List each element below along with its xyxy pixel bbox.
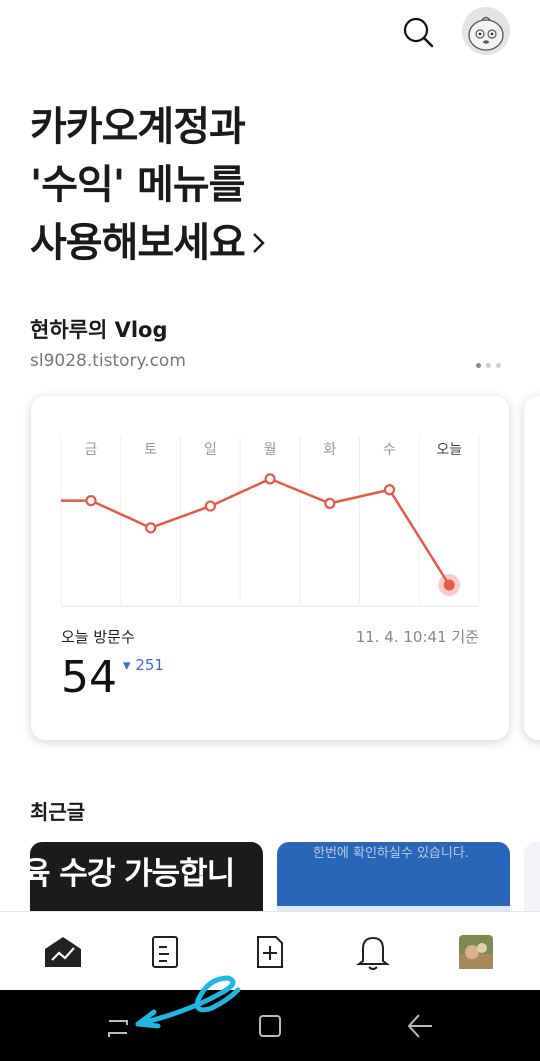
- visit-count: 54: [61, 652, 117, 703]
- annotation-arrow-icon: [135, 975, 241, 1029]
- post-thumbnail-1[interactable]: 육 수강 가능합니: [30, 842, 263, 912]
- bell-icon[interactable]: [353, 932, 393, 972]
- recent-title: 최근글: [30, 800, 86, 824]
- chevron-right-icon: [251, 216, 267, 274]
- hero-link[interactable]: 카카오계정과 '수익' 메뉴를 사용해보세요: [30, 98, 267, 274]
- data-point: [264, 473, 276, 485]
- data-point: [324, 497, 336, 509]
- blog-name[interactable]: 현하루의 Vlog: [30, 314, 168, 344]
- next-card-peek[interactable]: [524, 396, 540, 740]
- tab-bar: [0, 911, 540, 990]
- system-nav-bar: [0, 990, 540, 1061]
- stats-icon[interactable]: [43, 932, 83, 972]
- x-tick-label: 월: [264, 442, 277, 458]
- stats-card[interactable]: 금 토 일 월 화 수 오늘 오늘 방문수 11. 4. 10:41 기준 54 ▾ 251: [31, 396, 509, 740]
- visit-delta: ▾ 251: [123, 656, 164, 674]
- x-tick-label: 오늘: [436, 442, 462, 458]
- data-point: [145, 522, 157, 534]
- visit-chart: 금 토 일 월 화 수 오늘: [60, 436, 480, 607]
- x-tick-label: 금: [85, 442, 98, 458]
- post-thumbnail-1-text: 육 수강 가능합니: [30, 856, 235, 892]
- profile-photo-icon[interactable]: [456, 932, 496, 972]
- hero-line-3: 사용해보세요: [30, 220, 246, 266]
- hero-line-2: '수익' 메뉴를: [30, 162, 245, 208]
- post-thumbnail-3[interactable]: [524, 842, 540, 912]
- x-tick-label: 토: [144, 442, 157, 458]
- post-thumbnail-2-text: 한번에 확인하실수 있습니다.: [313, 846, 469, 861]
- avatar[interactable]: [462, 7, 510, 55]
- post-thumbnail-2[interactable]: 한번에 확인하실수 있습니다.: [277, 842, 510, 912]
- hero-line-1: 카카오계정과: [30, 104, 246, 150]
- x-tick-label: 화: [323, 442, 336, 458]
- blog-url: sl9028.tistory.com: [30, 351, 186, 371]
- back-icon[interactable]: [402, 1008, 438, 1044]
- data-point: [383, 484, 396, 496]
- triangle-down-icon: ▾: [123, 656, 131, 674]
- data-point: [204, 500, 216, 512]
- pager-dots: [476, 363, 501, 368]
- visit-label: 오늘 방문수: [61, 628, 135, 646]
- visit-time: 11. 4. 10:41 기준: [355, 628, 479, 646]
- data-point: [85, 495, 97, 507]
- x-tick-label: 일: [204, 442, 217, 458]
- search-icon[interactable]: [398, 12, 438, 52]
- home-icon[interactable]: [252, 1008, 288, 1044]
- top-bar: [0, 0, 540, 64]
- data-point: [443, 579, 455, 591]
- new-post-icon[interactable]: [250, 932, 290, 972]
- visit-delta-value: 251: [135, 656, 164, 674]
- x-tick-label: 수: [383, 442, 396, 458]
